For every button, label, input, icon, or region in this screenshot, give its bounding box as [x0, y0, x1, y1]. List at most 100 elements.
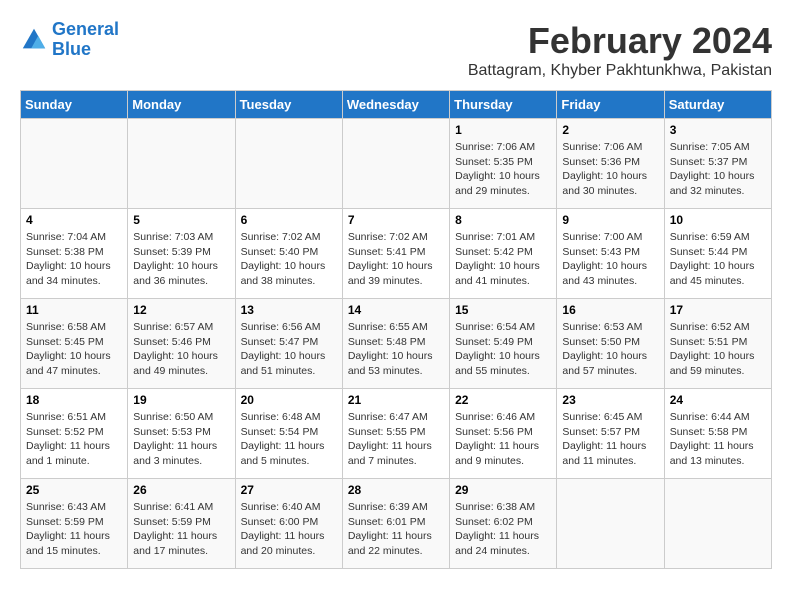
calendar-cell: 10 Sunrise: 6:59 AMSunset: 5:44 PMDayligh… — [664, 209, 771, 299]
day-number: 14 — [348, 303, 444, 317]
calendar-cell: 12 Sunrise: 6:57 AMSunset: 5:46 PMDayligh… — [128, 299, 235, 389]
calendar-week-row: 18 Sunrise: 6:51 AMSunset: 5:52 PMDayligh… — [21, 389, 772, 479]
calendar-cell: 1 Sunrise: 7:06 AMSunset: 5:35 PMDaylight… — [450, 119, 557, 209]
calendar-cell: 15 Sunrise: 6:54 AMSunset: 5:49 PMDayligh… — [450, 299, 557, 389]
calendar-cell — [342, 119, 449, 209]
day-info: Sunrise: 6:48 AMSunset: 5:54 PMDaylight:… — [241, 410, 337, 469]
calendar-cell: 29 Sunrise: 6:38 AMSunset: 6:02 PMDayligh… — [450, 479, 557, 569]
weekday-header-monday: Monday — [128, 91, 235, 119]
day-info: Sunrise: 6:41 AMSunset: 5:59 PMDaylight:… — [133, 500, 229, 559]
weekday-header-thursday: Thursday — [450, 91, 557, 119]
day-number: 12 — [133, 303, 229, 317]
calendar-week-row: 11 Sunrise: 6:58 AMSunset: 5:45 PMDayligh… — [21, 299, 772, 389]
day-info: Sunrise: 6:43 AMSunset: 5:59 PMDaylight:… — [26, 500, 122, 559]
calendar-cell: 28 Sunrise: 6:39 AMSunset: 6:01 PMDayligh… — [342, 479, 449, 569]
calendar-cell: 22Sunrise: 6:46 AMSunset: 5:56 PMDayligh… — [450, 389, 557, 479]
calendar-cell — [235, 119, 342, 209]
calendar-cell: 26Sunrise: 6:41 AMSunset: 5:59 PMDayligh… — [128, 479, 235, 569]
day-number: 2 — [562, 123, 658, 137]
calendar-cell — [664, 479, 771, 569]
calendar-cell: 18 Sunrise: 6:51 AMSunset: 5:52 PMDayligh… — [21, 389, 128, 479]
day-info: Sunrise: 7:00 AMSunset: 5:43 PMDaylight:… — [562, 230, 658, 289]
day-number: 6 — [241, 213, 337, 227]
page-header: General Blue February 2024 Battagram, Kh… — [20, 20, 772, 80]
day-info: Sunrise: 7:01 AMSunset: 5:42 PMDaylight:… — [455, 230, 551, 289]
calendar-cell: 6 Sunrise: 7:02 AMSunset: 5:40 PMDaylight… — [235, 209, 342, 299]
calendar-week-row: 25 Sunrise: 6:43 AMSunset: 5:59 PMDayligh… — [21, 479, 772, 569]
day-info: Sunrise: 6:39 AMSunset: 6:01 PMDaylight:… — [348, 500, 444, 559]
day-number: 16 — [562, 303, 658, 317]
day-number: 25 — [26, 483, 122, 497]
calendar-cell — [128, 119, 235, 209]
day-info: Sunrise: 7:02 AMSunset: 5:40 PMDaylight:… — [241, 230, 337, 289]
calendar-cell: 3 Sunrise: 7:05 AMSunset: 5:37 PMDaylight… — [664, 119, 771, 209]
calendar-cell: 9 Sunrise: 7:00 AMSunset: 5:43 PMDaylight… — [557, 209, 664, 299]
day-number: 10 — [670, 213, 766, 227]
day-info: Sunrise: 6:59 AMSunset: 5:44 PMDaylight:… — [670, 230, 766, 289]
calendar-cell: 23Sunrise: 6:45 AMSunset: 5:57 PMDayligh… — [557, 389, 664, 479]
calendar-cell: 2Sunrise: 7:06 AMSunset: 5:36 PMDaylight… — [557, 119, 664, 209]
calendar-cell: 25 Sunrise: 6:43 AMSunset: 5:59 PMDayligh… — [21, 479, 128, 569]
day-number: 4 — [26, 213, 122, 227]
day-info: Sunrise: 6:56 AMSunset: 5:47 PMDaylight:… — [241, 320, 337, 379]
calendar-cell — [21, 119, 128, 209]
day-number: 3 — [670, 123, 766, 137]
logo-line1: General — [52, 19, 119, 39]
day-number: 21 — [348, 393, 444, 407]
calendar-cell: 13Sunrise: 6:56 AMSunset: 5:47 PMDayligh… — [235, 299, 342, 389]
day-number: 9 — [562, 213, 658, 227]
day-info: Sunrise: 7:02 AMSunset: 5:41 PMDaylight:… — [348, 230, 444, 289]
day-number: 8 — [455, 213, 551, 227]
calendar-cell: 4 Sunrise: 7:04 AMSunset: 5:38 PMDaylight… — [21, 209, 128, 299]
calendar-cell: 19 Sunrise: 6:50 AMSunset: 5:53 PMDayligh… — [128, 389, 235, 479]
calendar-cell: 5Sunrise: 7:03 AMSunset: 5:39 PMDaylight… — [128, 209, 235, 299]
location-subtitle: Battagram, Khyber Pakhtunkhwa, Pakistan — [468, 62, 772, 80]
weekday-header-saturday: Saturday — [664, 91, 771, 119]
month-title: February 2024 — [468, 20, 772, 62]
calendar-cell: 21Sunrise: 6:47 AMSunset: 5:55 PMDayligh… — [342, 389, 449, 479]
day-info: Sunrise: 6:55 AMSunset: 5:48 PMDaylight:… — [348, 320, 444, 379]
calendar-cell: 11 Sunrise: 6:58 AMSunset: 5:45 PMDayligh… — [21, 299, 128, 389]
calendar-cell: 17Sunrise: 6:52 AMSunset: 5:51 PMDayligh… — [664, 299, 771, 389]
day-info: Sunrise: 6:50 AMSunset: 5:53 PMDaylight:… — [133, 410, 229, 469]
day-info: Sunrise: 6:57 AMSunset: 5:46 PMDaylight:… — [133, 320, 229, 379]
logo: General Blue — [20, 20, 119, 60]
logo-text: General Blue — [52, 20, 119, 60]
day-number: 11 — [26, 303, 122, 317]
calendar-cell: 14 Sunrise: 6:55 AMSunset: 5:48 PMDayligh… — [342, 299, 449, 389]
day-number: 1 — [455, 123, 551, 137]
calendar-cell: 7 Sunrise: 7:02 AMSunset: 5:41 PMDaylight… — [342, 209, 449, 299]
day-info: Sunrise: 6:52 AMSunset: 5:51 PMDaylight:… — [670, 320, 766, 379]
calendar-cell: 8 Sunrise: 7:01 AMSunset: 5:42 PMDaylight… — [450, 209, 557, 299]
day-info: Sunrise: 6:53 AMSunset: 5:50 PMDaylight:… — [562, 320, 658, 379]
calendar-cell: 27Sunrise: 6:40 AMSunset: 6:00 PMDayligh… — [235, 479, 342, 569]
calendar-cell — [557, 479, 664, 569]
calendar-table: SundayMondayTuesdayWednesdayThursdayFrid… — [20, 90, 772, 569]
day-info: Sunrise: 7:05 AMSunset: 5:37 PMDaylight:… — [670, 140, 766, 199]
day-info: Sunrise: 6:44 AMSunset: 5:58 PMDaylight:… — [670, 410, 766, 469]
day-number: 7 — [348, 213, 444, 227]
day-number: 18 — [26, 393, 122, 407]
day-info: Sunrise: 7:06 AMSunset: 5:35 PMDaylight:… — [455, 140, 551, 199]
day-info: Sunrise: 6:46 AMSunset: 5:56 PMDaylight:… — [455, 410, 551, 469]
logo-icon — [20, 26, 48, 54]
day-number: 15 — [455, 303, 551, 317]
weekday-header-tuesday: Tuesday — [235, 91, 342, 119]
weekday-header-row: SundayMondayTuesdayWednesdayThursdayFrid… — [21, 91, 772, 119]
day-info: Sunrise: 6:54 AMSunset: 5:49 PMDaylight:… — [455, 320, 551, 379]
day-number: 19 — [133, 393, 229, 407]
day-info: Sunrise: 6:51 AMSunset: 5:52 PMDaylight:… — [26, 410, 122, 469]
weekday-header-sunday: Sunday — [21, 91, 128, 119]
calendar-week-row: 1 Sunrise: 7:06 AMSunset: 5:35 PMDaylight… — [21, 119, 772, 209]
day-number: 29 — [455, 483, 551, 497]
calendar-cell: 24Sunrise: 6:44 AMSunset: 5:58 PMDayligh… — [664, 389, 771, 479]
day-number: 27 — [241, 483, 337, 497]
day-info: Sunrise: 6:58 AMSunset: 5:45 PMDaylight:… — [26, 320, 122, 379]
day-number: 23 — [562, 393, 658, 407]
calendar-week-row: 4 Sunrise: 7:04 AMSunset: 5:38 PMDaylight… — [21, 209, 772, 299]
day-info: Sunrise: 6:38 AMSunset: 6:02 PMDaylight:… — [455, 500, 551, 559]
day-number: 28 — [348, 483, 444, 497]
day-info: Sunrise: 7:04 AMSunset: 5:38 PMDaylight:… — [26, 230, 122, 289]
logo-line2: Blue — [52, 39, 91, 59]
calendar-cell: 20Sunrise: 6:48 AMSunset: 5:54 PMDayligh… — [235, 389, 342, 479]
